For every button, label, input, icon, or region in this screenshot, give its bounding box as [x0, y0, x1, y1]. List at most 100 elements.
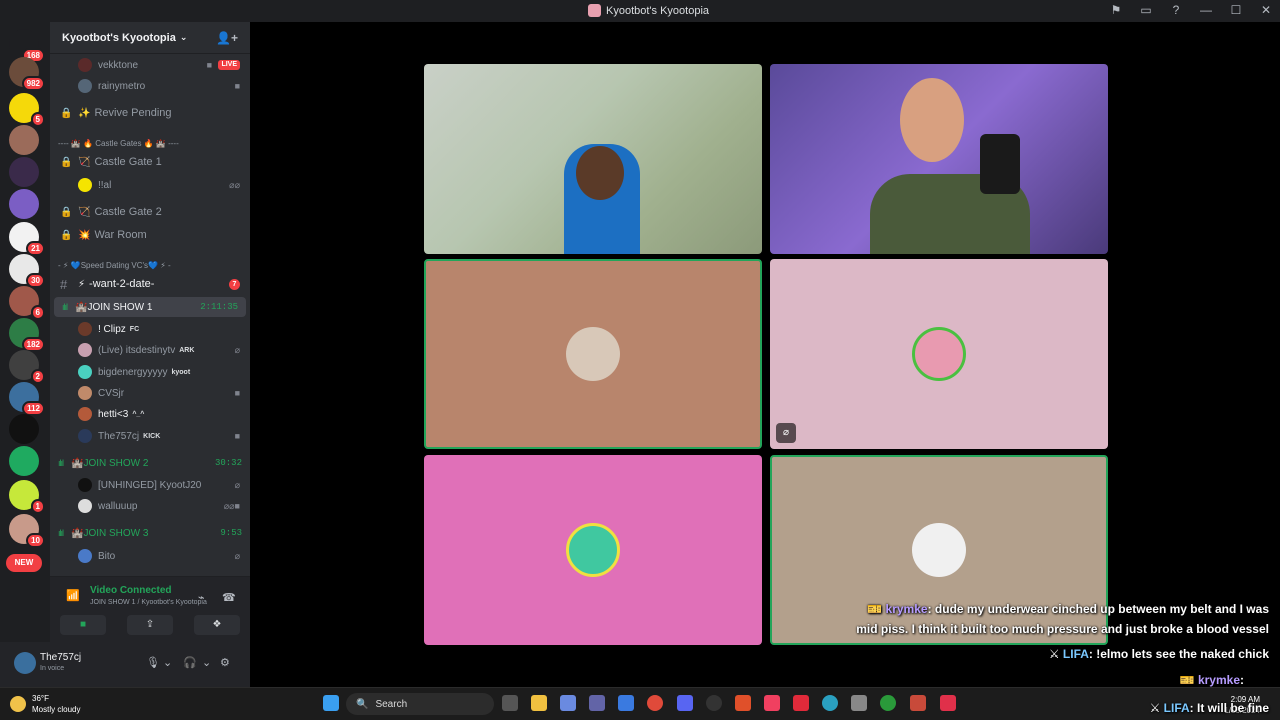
server-icon[interactable]	[9, 125, 39, 155]
disconnect-icon[interactable]: ☎	[222, 591, 236, 604]
server-icon[interactable]: 1	[9, 480, 45, 514]
server-icon[interactable]	[9, 189, 39, 219]
avatar[interactable]	[14, 652, 36, 674]
obs-icon[interactable]	[706, 695, 722, 711]
server-header[interactable]: Kyootbot's Kyootopia ⌄ 👤+	[50, 22, 250, 54]
voice-user[interactable]: ! Clipz FC	[50, 319, 250, 339]
lock-icon: 🔒	[60, 229, 73, 241]
avatar	[78, 322, 92, 336]
task-view-icon[interactable]	[502, 695, 518, 711]
notification-badge: 982	[21, 76, 45, 91]
category-speed-dating[interactable]: - ⚡ 💙Speed Dating VC's💙 ⚡ -	[50, 255, 250, 275]
voice-user[interactable]: [UNHINGED] KyootJ20 ⌀	[50, 475, 250, 495]
screen-icon[interactable]: ▭	[1138, 2, 1154, 18]
channel-war-room[interactable]: 🔒 💥 War Room	[50, 225, 250, 245]
chrome-icon[interactable]	[647, 695, 663, 711]
avatar	[78, 343, 92, 357]
video-tile-camera[interactable]	[770, 64, 1108, 254]
voice-user[interactable]: Bito ⌀	[50, 546, 250, 566]
taskbar: 36°F Mostly cloudy 🔍 Search 2:09 AM 1/18…	[0, 687, 1280, 720]
brave-icon[interactable]	[735, 695, 751, 711]
screenshare-button[interactable]: ⇪	[127, 615, 173, 635]
inbox-icon[interactable]: ⚑	[1108, 2, 1124, 18]
server-icon[interactable]: 10	[9, 514, 45, 548]
channel-revive-pending[interactable]: 🔒 ✨ Revive Pending	[50, 103, 250, 123]
video-tile-avatar[interactable]	[770, 455, 1108, 645]
edge-icon[interactable]	[822, 695, 838, 711]
file-explorer-icon[interactable]	[531, 695, 547, 711]
app-icon[interactable]	[851, 695, 867, 711]
weather-widget[interactable]: 36°F Mostly cloudy	[10, 693, 80, 715]
server-icon[interactable]: 6	[9, 286, 45, 320]
voice-channel-join-show-1[interactable]: ılıl 🏰 JOIN SHOW 1 2:11:35	[54, 297, 246, 317]
discord-icon[interactable]	[677, 695, 693, 711]
server-icon[interactable]: 182	[9, 318, 45, 352]
server-icon[interactable]	[9, 157, 39, 187]
voice-location[interactable]: JOIN SHOW 1 / Kyootbot's Kyootopia	[90, 599, 207, 606]
chevron-down-icon[interactable]: ⌄	[163, 656, 172, 669]
video-tile-camera[interactable]	[424, 64, 762, 254]
server-icon[interactable]: 2	[9, 350, 45, 384]
channel-castle-gate-2[interactable]: 🔒 🏹 Castle Gate 2	[50, 202, 250, 222]
store-icon[interactable]	[618, 695, 634, 711]
noise-suppression-icon[interactable]: ⌁	[198, 591, 205, 604]
close-button[interactable]: ✕	[1258, 2, 1274, 18]
taskbar-search[interactable]: 🔍 Search	[346, 693, 494, 715]
voice-user[interactable]: !!al ⌀⌀	[50, 175, 250, 195]
server-icon[interactable]: 112	[9, 382, 45, 416]
user-tag: FC	[129, 325, 140, 333]
camera-button[interactable]: ■	[60, 615, 106, 635]
server-icon[interactable]: 982	[9, 57, 45, 91]
participant-avatar	[566, 523, 620, 577]
server-icon[interactable]: 30	[9, 254, 45, 288]
app-icon[interactable]	[940, 695, 956, 711]
voice-user[interactable]: bigdenergyyyyy kyoot	[50, 362, 250, 382]
server-icon[interactable]	[9, 414, 39, 444]
voice-channel-join-show-2[interactable]: ılıl 🏰 JOIN SHOW 2 30:32	[50, 453, 250, 473]
windows-start-icon[interactable]	[323, 695, 339, 711]
channel-castle-gate-1[interactable]: 🔒 🏹 Castle Gate 1	[50, 152, 250, 172]
avatar	[78, 79, 92, 93]
app-icon[interactable]	[910, 695, 926, 711]
microphone-icon[interactable]: 🎙	[146, 656, 160, 669]
copilot-icon[interactable]	[560, 695, 576, 711]
gear-icon[interactable]: ⚙	[220, 656, 230, 669]
xbox-icon[interactable]	[880, 695, 896, 711]
voice-channel-join-show-3[interactable]: ılıl 🏰 JOIN SHOW 3 9:53	[50, 523, 250, 543]
voice-user[interactable]: vekktone ■ LIVE	[50, 55, 250, 75]
new-badge: NEW	[6, 554, 42, 572]
chevron-down-icon[interactable]: ⌄	[202, 656, 211, 669]
app-icon[interactable]	[793, 695, 809, 711]
voice-user[interactable]: hetti<3 ^_^	[50, 404, 250, 424]
deafened-icon: ⌀	[234, 479, 240, 490]
server-rail: 168 982 5 21 30 6 182 2 112 1 10	[0, 22, 50, 687]
voice-user[interactable]: (Live) itsdestinytv ARK ⌀	[50, 340, 250, 360]
help-icon[interactable]: ?	[1168, 2, 1184, 18]
headphones-icon[interactable]: 🎧	[183, 656, 197, 669]
deafened-icon: ⌀	[234, 550, 240, 561]
channel-want-2-date[interactable]: # ⚡ -want-2-date- 7	[50, 274, 250, 294]
camera-icon: ■	[234, 81, 240, 91]
teams-icon[interactable]	[589, 695, 605, 711]
music-icon[interactable]	[764, 695, 780, 711]
maximize-button[interactable]: ☐	[1228, 2, 1244, 18]
server-icon[interactable]: 168	[9, 29, 45, 63]
minimize-button[interactable]: —	[1198, 2, 1214, 18]
video-tile-avatar[interactable]: ⌀	[770, 259, 1108, 449]
video-tile-avatar[interactable]	[424, 259, 762, 449]
video-tile-avatar[interactable]	[424, 455, 762, 645]
category-castle-gates[interactable]: ---- 🏰 🔥 Castle Gates 🔥 🏰 ----	[50, 133, 250, 153]
emoji-icon: 🏰	[71, 527, 84, 539]
server-icon[interactable]: 21	[9, 222, 45, 256]
activities-button[interactable]: ❖	[194, 615, 240, 635]
participant-avatar	[912, 523, 966, 577]
voice-user[interactable]: CVSjr ■	[50, 383, 250, 403]
notification-badge: 2	[30, 369, 45, 384]
user-tag: ARK	[179, 346, 195, 354]
add-user-icon[interactable]: 👤+	[216, 31, 238, 45]
voice-user[interactable]: The757cj KICK ■	[50, 426, 250, 446]
server-icon[interactable]	[9, 446, 39, 476]
server-icon[interactable]: 5	[9, 93, 45, 127]
voice-user[interactable]: walluuup ⌀⌀■	[50, 496, 250, 516]
voice-user[interactable]: rainymetro ■	[50, 76, 250, 96]
